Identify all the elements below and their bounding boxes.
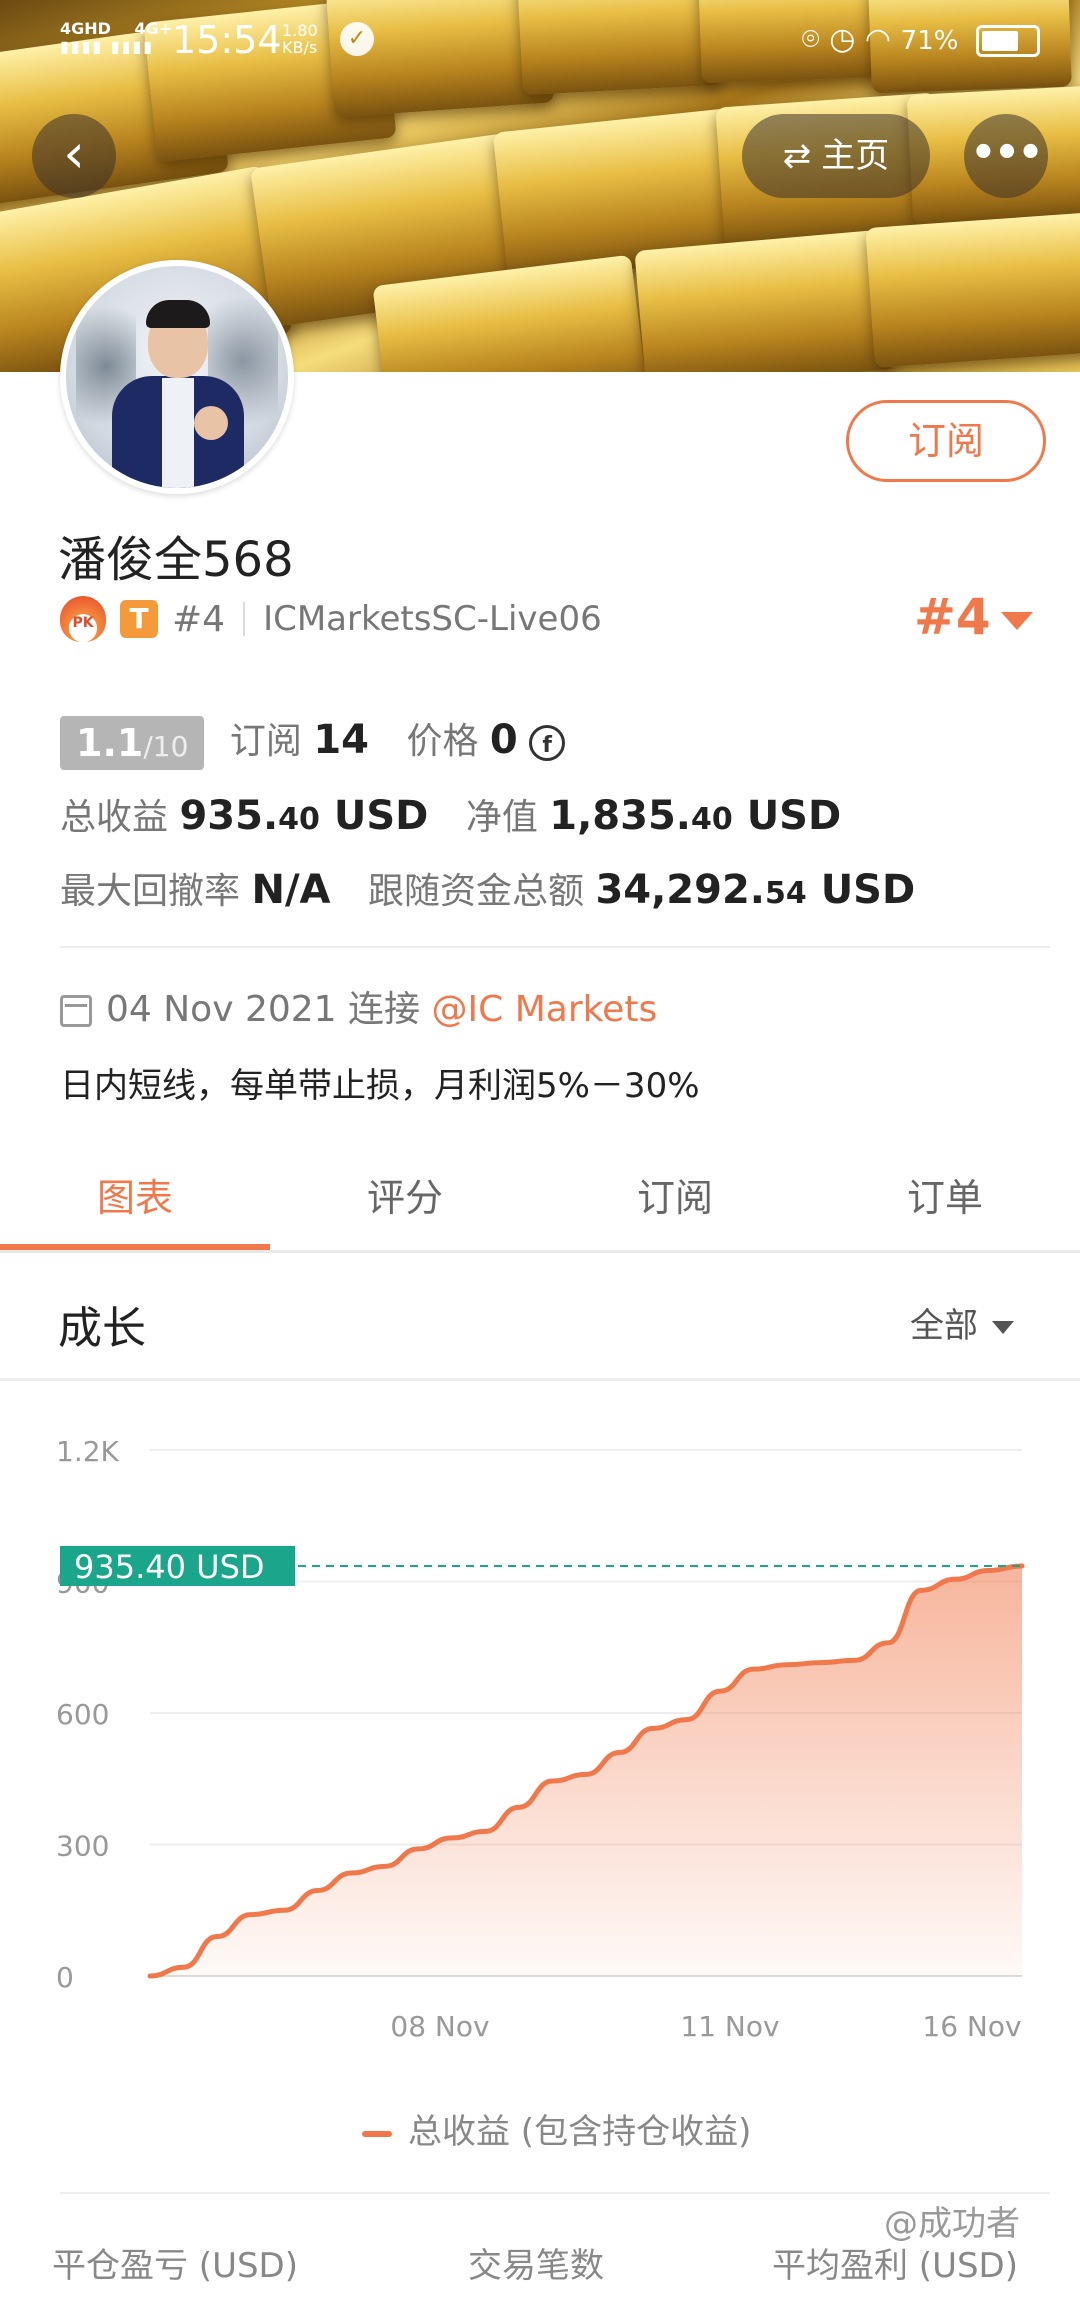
signal-icon: ▮▮▮▮ ▮▮▮▮ (60, 37, 155, 56)
equity-unit: USD (746, 793, 842, 839)
rank-value: #4 (914, 588, 991, 646)
y-tick-label: 1.2K (56, 1435, 120, 1468)
chart-legend[interactable]: 总收益 (包含持仓收益) (362, 2104, 751, 2153)
tab-chart[interactable]: 图表 (0, 1146, 270, 1250)
status-bar: 4GHD 4G+ ▮▮▮▮ ▮▮▮▮ 15:54 1.80 KB/s ✓ ⌾ ◷… (0, 0, 1080, 80)
network-speed: 1.80 KB/s (282, 22, 318, 56)
profile-badges: PK T #4 ICMarketsSC-Live06 (60, 596, 602, 648)
stats-row-2: 总收益 935.40 USD 净值 1,835.40 USD (60, 788, 841, 840)
wifi-icon: ◠ (864, 22, 892, 57)
switch-icon: ⇄ (782, 136, 812, 176)
divider (60, 946, 1050, 948)
y-tick-label: 300 (56, 1830, 109, 1863)
tab-orders[interactable]: 订单 (810, 1146, 1080, 1250)
server-name: ICMarketsSC-Live06 (263, 599, 602, 639)
more-icon: ••• (970, 130, 1044, 176)
range-select[interactable]: 全部 (910, 1298, 1014, 1347)
network-indicator: 4GHD 4G+ ▮▮▮▮ ▮▮▮▮ (60, 20, 172, 56)
follow-funds-label: 跟随资金总额 (367, 871, 584, 912)
coin-icon: f (529, 725, 566, 761)
gold-bar (865, 212, 1080, 368)
drawdown-value: N/A (251, 867, 331, 913)
follow-funds-int: 34,292. (595, 867, 765, 913)
equity-label: 净值 (465, 797, 538, 838)
price-label: 价格 (406, 721, 479, 762)
current-value-label: 935.40 USD (74, 1548, 265, 1586)
score-denominator: /10 (143, 730, 189, 763)
broker-link[interactable]: @IC Markets (432, 989, 658, 1030)
y-tick-label: 0 (56, 1961, 74, 1994)
battery-text: 71% (900, 26, 959, 56)
bio-text: 日内短线，每单带止损，月利润5%－30% (60, 1066, 700, 1106)
subscribe-count-label: 订阅 (229, 721, 302, 762)
divider (0, 1250, 1080, 1253)
equity-dec: 40 (691, 802, 733, 837)
tab-rating[interactable]: 评分 (270, 1146, 540, 1250)
caret-down-icon (992, 1321, 1014, 1334)
pk-flame-icon[interactable]: PK (60, 596, 106, 642)
divider (0, 1378, 1080, 1381)
area-fill (150, 1565, 1022, 1976)
growth-chart[interactable]: 1.2K9006003000 935.40 USD 08 Nov11 Nov16… (0, 1400, 1080, 2060)
joined-date: 04 Nov 2021 (106, 989, 337, 1030)
range-value: 全部 (910, 1306, 978, 1346)
total-profit-dec: 40 (278, 802, 320, 837)
rank-dropdown[interactable]: #4 (914, 588, 1033, 646)
home-button[interactable]: ⇄ 主页 (742, 114, 930, 198)
network-type-1: 4GHD (60, 19, 111, 38)
alarm-icon: ◷ (829, 22, 856, 57)
x-tick-label: 11 Nov (680, 2010, 779, 2043)
network-type-2: 4G+ (134, 19, 173, 38)
bottom-stats: 平仓盈亏 (USD) 交易笔数 平均盈利 (USD) (0, 2238, 1080, 2298)
tab-subscribe[interactable]: 订阅 (540, 1146, 810, 1250)
profile-name: 潘俊全568 (58, 532, 294, 588)
chevron-left-icon: ‹ (63, 122, 85, 185)
score-value: 1.1 (76, 721, 144, 765)
tab-bar: 图表 评分 订阅 订单 (0, 1146, 1080, 1252)
total-profit-int: 935. (179, 793, 279, 839)
avatar[interactable] (60, 260, 294, 494)
stats-row-1: 1.1/10 订阅 14 价格 0 f (60, 712, 566, 770)
more-button[interactable]: ••• (964, 114, 1048, 198)
total-profit-label: 总收益 (60, 797, 169, 838)
joined-info: 04 Nov 2021 连接 @IC Markets (60, 980, 657, 1032)
location-icon: ⌾ (801, 22, 820, 57)
calendar-icon (60, 995, 92, 1027)
legend-swatch (362, 2130, 392, 2137)
battery-icon (976, 24, 1040, 57)
caret-down-icon (1000, 611, 1033, 630)
subscribe-button[interactable]: 订阅 (846, 400, 1046, 482)
gold-bar (634, 229, 896, 372)
follow-funds-dec: 54 (765, 876, 807, 911)
status-time: 15:54 (172, 18, 282, 62)
divider (243, 602, 246, 636)
subscribe-count: 14 (313, 717, 369, 763)
check-icon: ✓ (340, 22, 374, 56)
total-profit-unit: USD (333, 793, 429, 839)
rank-small: #4 (172, 598, 226, 640)
back-button[interactable]: ‹ (32, 114, 116, 198)
price-value: 0 (489, 717, 518, 763)
x-tick-label: 16 Nov (922, 2010, 1021, 2043)
x-tick-label: 08 Nov (390, 2010, 489, 2043)
drawdown-label: 最大回撤率 (60, 871, 241, 912)
legend-label: 总收益 (包含持仓收益) (408, 2112, 752, 2152)
stats-row-3: 最大回撤率 N/A 跟随资金总额 34,292.54 USD (60, 862, 915, 914)
section-title: 成长 (58, 1303, 146, 1354)
watermark: @成功者 (884, 2204, 1020, 2244)
status-right: ⌾ ◷ ◠ 71% (802, 22, 1040, 57)
divider (60, 2192, 1050, 2194)
follow-funds-unit: USD (820, 867, 916, 913)
joined-label: 连接 (348, 989, 421, 1030)
home-label: 主页 (821, 136, 890, 176)
equity-int: 1,835. (549, 793, 691, 839)
t-badge-icon[interactable]: T (120, 600, 158, 638)
speed-unit: KB/s (282, 38, 318, 57)
score-badge: 1.1/10 (60, 716, 205, 770)
y-tick-label: 600 (56, 1698, 109, 1731)
